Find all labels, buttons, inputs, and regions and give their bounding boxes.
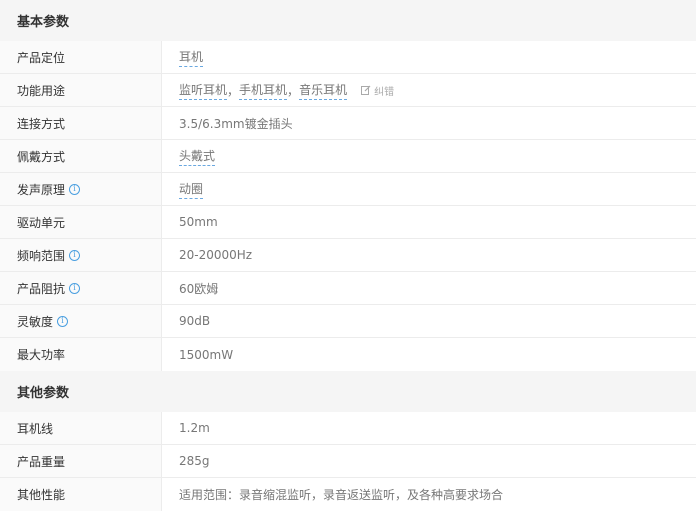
separator: ， bbox=[287, 83, 300, 98]
spec-label: 发声原理 bbox=[17, 182, 66, 197]
spec-table: 基本参数 产品定位 耳机 功能用途 监听耳机，手机耳机，音乐耳机 纠错 连接方式… bbox=[0, 0, 696, 511]
spec-label: 产品阻抗 bbox=[17, 281, 66, 296]
spec-label: 耳机线 bbox=[0, 412, 162, 444]
spec-label: 灵敏度 bbox=[17, 314, 54, 329]
spec-row-cable: 耳机线 1.2m bbox=[0, 412, 696, 445]
separator: ， bbox=[227, 83, 240, 98]
report-label: 纠错 bbox=[374, 86, 395, 98]
spec-value-link[interactable]: 动圈 bbox=[179, 180, 204, 199]
spec-value-link[interactable]: 头戴式 bbox=[179, 147, 216, 166]
spec-row-wearing: 佩戴方式 头戴式 bbox=[0, 140, 696, 173]
spec-value: 50mm bbox=[179, 215, 218, 229]
spec-row-other-features: 其他性能 适用范围：录音缩混监听，录音返送监听，及各种高要求场合 bbox=[0, 478, 696, 511]
spec-row-max-power: 最大功率 1500mW bbox=[0, 338, 696, 371]
spec-value: 3.5/6.3mm镀金插头 bbox=[179, 116, 293, 131]
edit-icon bbox=[361, 85, 371, 95]
spec-value-link[interactable]: 音乐耳机 bbox=[299, 81, 348, 100]
spec-label: 最大功率 bbox=[0, 338, 162, 371]
spec-value: 1500mW bbox=[179, 347, 234, 362]
spec-value: 90dB bbox=[179, 314, 211, 328]
spec-row-frequency: 频响范围 i 20-20000Hz bbox=[0, 239, 696, 272]
section-header-basic: 基本参数 bbox=[0, 0, 696, 41]
spec-row-positioning: 产品定位 耳机 bbox=[0, 41, 696, 74]
spec-label: 驱动单元 bbox=[0, 206, 162, 238]
spec-value-link[interactable]: 手机耳机 bbox=[239, 81, 288, 100]
spec-label: 产品定位 bbox=[0, 41, 162, 73]
info-icon[interactable]: i bbox=[69, 183, 81, 195]
info-icon[interactable]: i bbox=[69, 282, 81, 294]
spec-row-weight: 产品重量 285g bbox=[0, 445, 696, 478]
spec-value: 1.2m bbox=[179, 421, 210, 435]
spec-row-connection: 连接方式 3.5/6.3mm镀金插头 bbox=[0, 107, 696, 140]
info-icon[interactable]: i bbox=[57, 315, 69, 327]
spec-label: 产品重量 bbox=[0, 445, 162, 477]
section-header-other: 其他参数 bbox=[0, 371, 696, 412]
spec-label: 频响范围 bbox=[17, 248, 66, 263]
spec-row-impedance: 产品阻抗 i 60欧姆 bbox=[0, 272, 696, 305]
spec-row-sensitivity: 灵敏度 i 90dB bbox=[0, 305, 696, 338]
spec-row-principle: 发声原理 i 动圈 bbox=[0, 173, 696, 206]
spec-label: 连接方式 bbox=[0, 107, 162, 139]
spec-value: 285g bbox=[179, 454, 210, 468]
info-icon[interactable]: i bbox=[69, 249, 81, 261]
spec-label: 佩戴方式 bbox=[0, 140, 162, 172]
spec-row-usage: 功能用途 监听耳机，手机耳机，音乐耳机 纠错 bbox=[0, 74, 696, 107]
spec-row-driver: 驱动单元 50mm bbox=[0, 206, 696, 239]
spec-value-link[interactable]: 监听耳机 bbox=[179, 81, 228, 100]
section-title: 其他参数 bbox=[17, 386, 70, 401]
spec-label: 功能用途 bbox=[0, 74, 162, 106]
spec-value: 60欧姆 bbox=[179, 281, 219, 296]
report-error-button[interactable]: 纠错 bbox=[361, 83, 394, 98]
section-title: 基本参数 bbox=[17, 15, 70, 30]
spec-value-link[interactable]: 耳机 bbox=[179, 48, 204, 67]
spec-label: 其他性能 bbox=[0, 478, 162, 511]
spec-value: 适用范围：录音缩混监听，录音返送监听，及各种高要求场合 bbox=[179, 488, 504, 502]
spec-value: 20-20000Hz bbox=[179, 248, 253, 262]
